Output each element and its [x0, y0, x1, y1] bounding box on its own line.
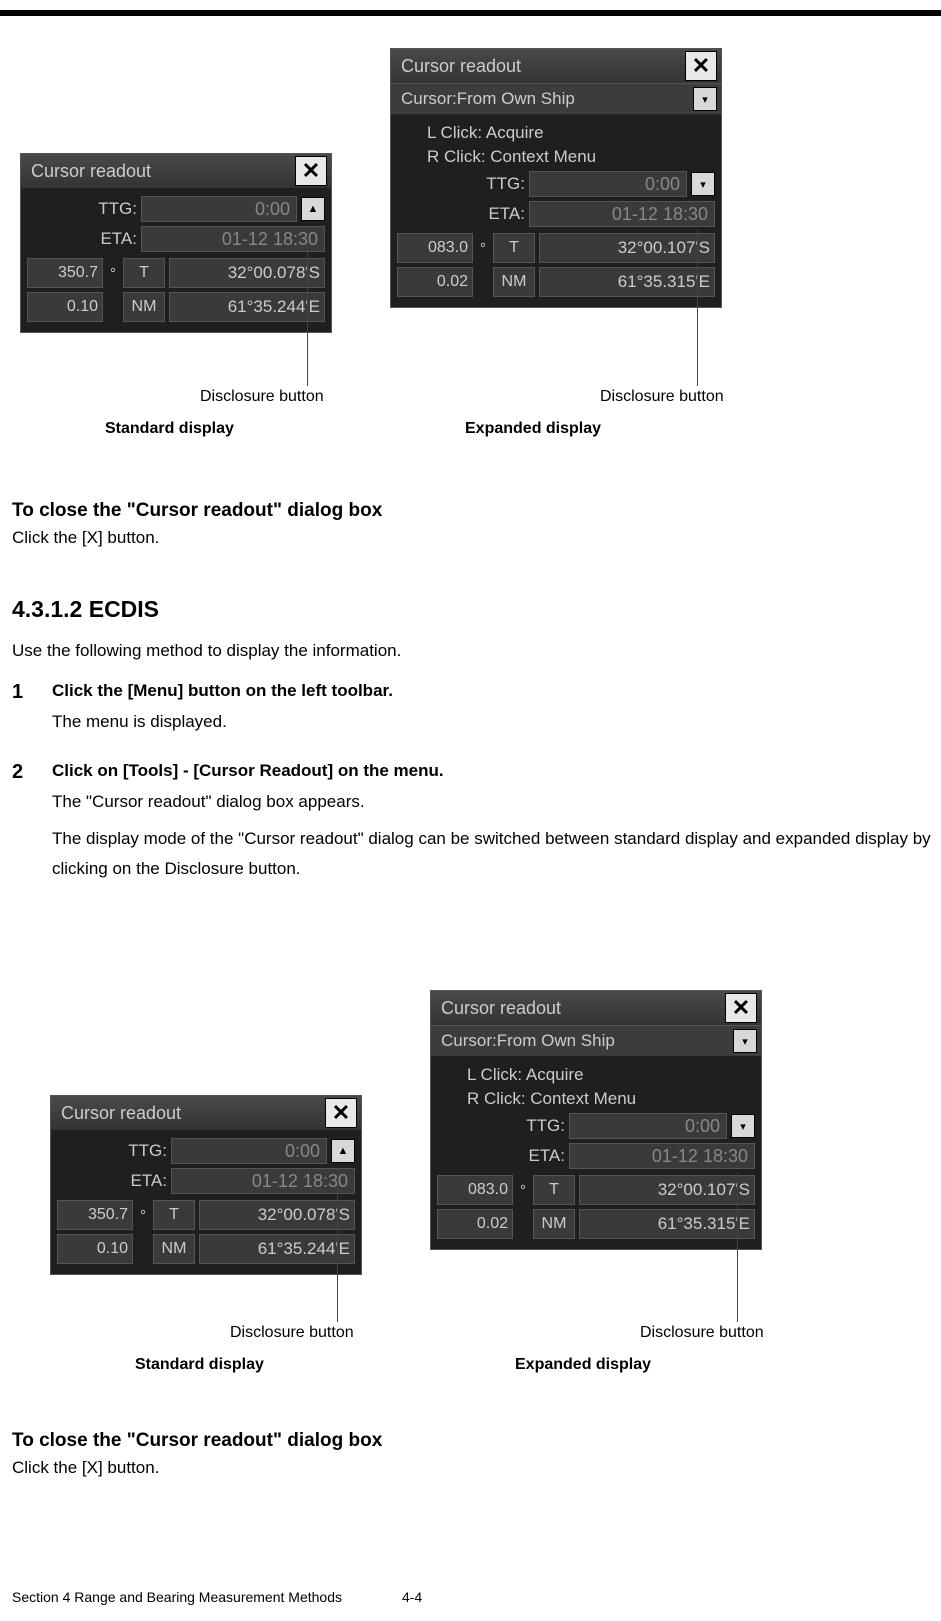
- disclosure-caption: Disclosure button: [640, 1324, 764, 1342]
- ttg-label: TTG:: [27, 199, 137, 219]
- range-unit: NM: [153, 1234, 195, 1264]
- bearing-value: 350.7: [57, 1200, 133, 1230]
- eta-value: 01-12 18:30: [141, 226, 325, 252]
- cursor-readout-dialog-expanded: Cursor readout ✕ Cursor:From Own Ship ▾ …: [430, 990, 762, 1250]
- bearing-value: 083.0: [397, 233, 473, 263]
- latitude-value: 32°00.107'S: [539, 233, 715, 263]
- close-button[interactable]: ✕: [725, 993, 757, 1023]
- disclosure-button[interactable]: ▲: [331, 1139, 355, 1163]
- eta-value: 01-12 18:30: [171, 1168, 355, 1194]
- disclosure-button[interactable]: ▾: [731, 1114, 755, 1138]
- section-heading: 4.3.1.2 ECDIS: [12, 596, 932, 623]
- bearing-value: 350.7: [27, 258, 103, 288]
- standard-display-label: Standard display: [135, 1356, 264, 1374]
- longitude-value: 61°35.244'E: [169, 292, 325, 322]
- ttg-label: TTG:: [57, 1141, 167, 1161]
- mode-dropdown-text: Cursor:From Own Ship: [435, 1031, 733, 1051]
- close-button[interactable]: ✕: [325, 1098, 357, 1128]
- degree-symbol: °: [137, 1200, 149, 1230]
- dialog-title: Cursor readout: [61, 1103, 181, 1124]
- close-body: Click the [X] button.: [12, 526, 932, 550]
- eta-value: 01-12 18:30: [569, 1143, 755, 1169]
- dialog-title: Cursor readout: [441, 998, 561, 1019]
- longitude-value: 61°35.244'E: [199, 1234, 355, 1264]
- rclick-hint: R Click: Context Menu: [397, 145, 715, 169]
- disclosure-caption: Disclosure button: [230, 1324, 354, 1342]
- cursor-readout-dialog-standard: Cursor readout ✕ TTG: 0:00 ▲ ETA: 01-12 …: [50, 1095, 362, 1275]
- disclosure-button[interactable]: ▾: [691, 172, 715, 196]
- bearing-value: 083.0: [437, 1175, 513, 1205]
- step-number: 2: [12, 761, 36, 891]
- step-text: The "Cursor readout" dialog box appears.: [52, 787, 932, 818]
- step-2: 2 Click on [Tools] - [Cursor Readout] on…: [12, 761, 932, 891]
- disclosure-button[interactable]: ▲: [301, 197, 325, 221]
- dialog-title: Cursor readout: [31, 161, 151, 182]
- ttg-value: 0:00: [171, 1138, 327, 1164]
- range-value: 0.10: [57, 1234, 133, 1264]
- top-rule: [0, 10, 941, 16]
- step-number: 1: [12, 681, 36, 744]
- standard-display-label: Standard display: [105, 420, 234, 438]
- page-footer: Section 4 Range and Bearing Measurement …: [12, 1589, 422, 1605]
- step-text: The menu is displayed.: [52, 707, 932, 738]
- step-text: The display mode of the "Cursor readout"…: [52, 824, 932, 885]
- dropdown-arrow-icon[interactable]: ▾: [733, 1029, 757, 1053]
- lclick-hint: L Click: Acquire: [397, 121, 715, 145]
- degree-symbol: °: [107, 258, 119, 288]
- range-unit: NM: [123, 292, 165, 322]
- range-value: 0.10: [27, 292, 103, 322]
- lclick-hint: L Click: Acquire: [437, 1063, 755, 1087]
- callout-line: [337, 1172, 338, 1322]
- ttg-value: 0:00: [569, 1113, 727, 1139]
- eta-value: 01-12 18:30: [529, 201, 715, 227]
- ttg-value: 0:00: [529, 171, 687, 197]
- close-heading: To close the "Cursor readout" dialog box: [12, 1430, 932, 1452]
- range-value: 0.02: [397, 267, 473, 297]
- longitude-value: 61°35.315'E: [539, 267, 715, 297]
- dialog-title: Cursor readout: [401, 56, 521, 77]
- ttg-label: TTG:: [397, 174, 525, 194]
- degree-symbol: °: [517, 1175, 529, 1205]
- close-heading: To close the "Cursor readout" dialog box: [12, 500, 932, 522]
- latitude-value: 32°00.078'S: [169, 258, 325, 288]
- eta-label: ETA:: [57, 1171, 167, 1191]
- ttg-label: TTG:: [437, 1116, 565, 1136]
- range-unit: NM: [493, 267, 535, 297]
- bearing-ref: T: [153, 1200, 195, 1230]
- step-1: 1 Click the [Menu] button on the left to…: [12, 681, 932, 744]
- close-button[interactable]: ✕: [295, 156, 327, 186]
- bearing-ref: T: [533, 1175, 575, 1205]
- eta-label: ETA:: [437, 1146, 565, 1166]
- range-value: 0.02: [437, 1209, 513, 1239]
- close-button[interactable]: ✕: [685, 51, 717, 81]
- step-title: Click on [Tools] - [Cursor Readout] on t…: [52, 761, 932, 781]
- close-body: Click the [X] button.: [12, 1456, 932, 1480]
- mode-dropdown-text: Cursor:From Own Ship: [395, 89, 693, 109]
- footer-page: 4-4: [402, 1589, 422, 1605]
- rclick-hint: R Click: Context Menu: [437, 1087, 755, 1111]
- disclosure-caption: Disclosure button: [600, 388, 724, 406]
- latitude-value: 32°00.107'S: [579, 1175, 755, 1205]
- callout-line: [737, 1172, 738, 1322]
- step-title: Click the [Menu] button on the left tool…: [52, 681, 932, 701]
- footer-section: Section 4 Range and Bearing Measurement …: [12, 1589, 342, 1605]
- expanded-display-label: Expanded display: [515, 1356, 651, 1374]
- cursor-readout-dialog-standard: Cursor readout ✕ TTG: 0:00 ▲ ETA: 01-12 …: [20, 153, 332, 333]
- disclosure-caption: Disclosure button: [200, 388, 324, 406]
- eta-label: ETA:: [27, 229, 137, 249]
- bearing-ref: T: [123, 258, 165, 288]
- degree-symbol: °: [477, 233, 489, 263]
- longitude-value: 61°35.315'E: [579, 1209, 755, 1239]
- latitude-value: 32°00.078'S: [199, 1200, 355, 1230]
- bearing-ref: T: [493, 233, 535, 263]
- callout-line: [697, 230, 698, 386]
- section-intro: Use the following method to display the …: [12, 639, 932, 663]
- ttg-value: 0:00: [141, 196, 297, 222]
- range-unit: NM: [533, 1209, 575, 1239]
- dropdown-arrow-icon[interactable]: ▾: [693, 87, 717, 111]
- cursor-readout-dialog-expanded: Cursor readout ✕ Cursor:From Own Ship ▾ …: [390, 48, 722, 308]
- expanded-display-label: Expanded display: [465, 420, 601, 438]
- eta-label: ETA:: [397, 204, 525, 224]
- callout-line: [307, 230, 308, 386]
